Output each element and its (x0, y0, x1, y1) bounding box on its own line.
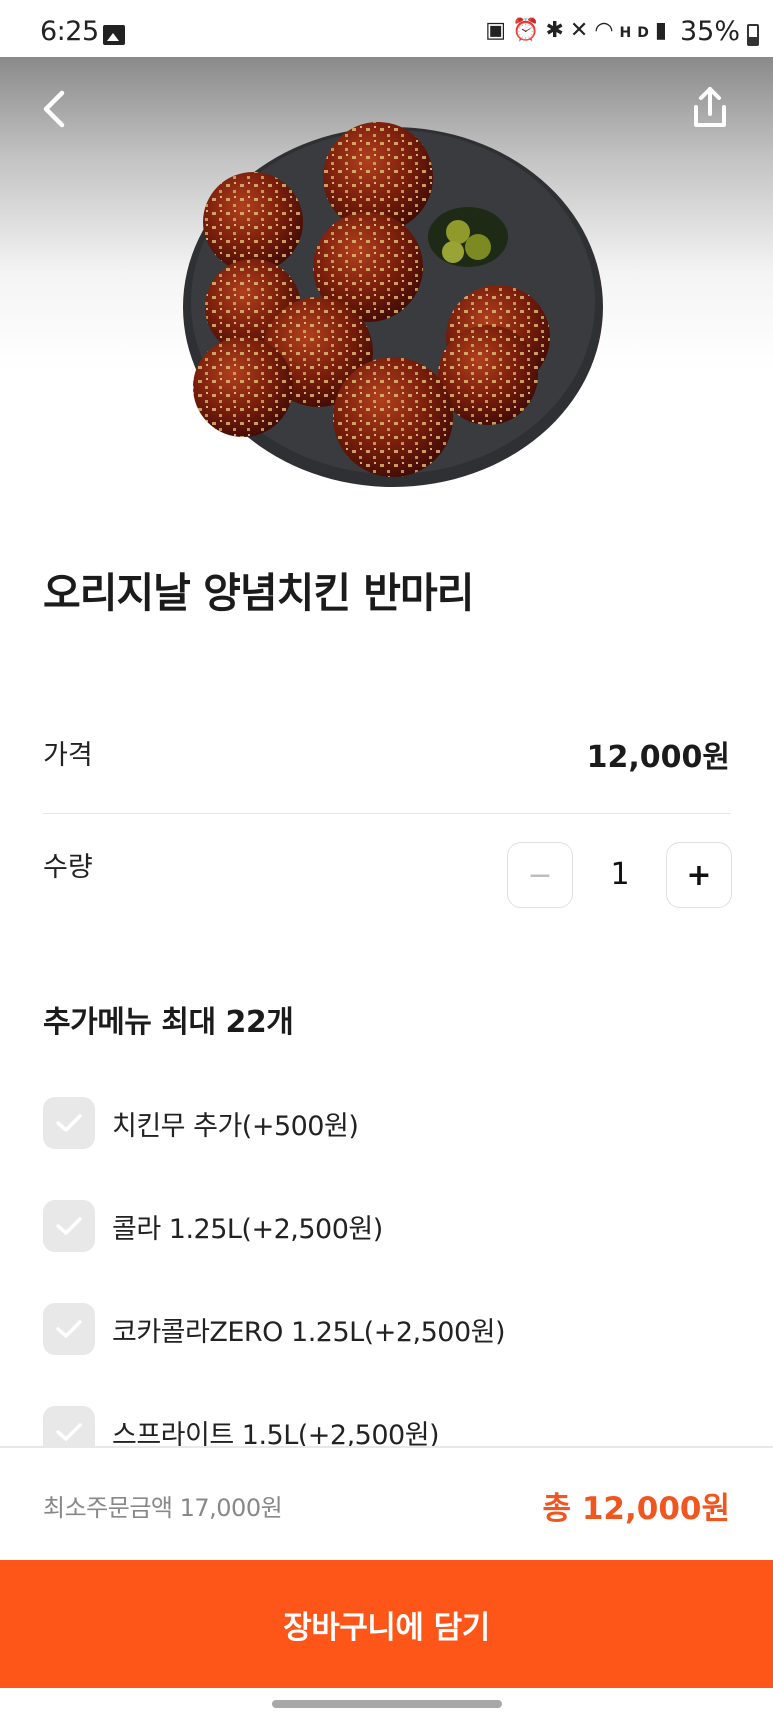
mute-icon: ✕ (569, 18, 595, 43)
option-item[interactable]: 코카콜라ZERO 1.25L(+2,500원) (43, 1303, 506, 1355)
quantity-decrease-button[interactable]: − (507, 842, 573, 908)
option-item[interactable]: 콜라 1.25L(+2,500원) (43, 1200, 383, 1252)
status-icons: ▣⏰✱✕◠HD▮ (485, 18, 673, 43)
check-icon (56, 1114, 82, 1132)
home-indicator[interactable] (272, 1700, 502, 1708)
check-icon (56, 1423, 82, 1441)
minus-icon: − (527, 857, 553, 893)
plus-icon: + (686, 857, 712, 893)
quantity-label: 수량 (43, 852, 93, 883)
share-icon (694, 87, 726, 127)
option-item[interactable]: 치킨무 추가(+500원) (43, 1097, 359, 1149)
hd-voice-icon: HD (619, 25, 655, 41)
quantity-value: 1 (610, 857, 630, 892)
status-bar: 6:25 ▣⏰✱✕◠HD▮ 35% (0, 0, 773, 57)
alarm-icon: ⏰ (512, 18, 546, 43)
option-label: 콜라 1.25L(+2,500원) (112, 1213, 383, 1245)
bottom-order-bar: 최소주문금액 17,000원 총 12,000원 장바구니에 담기 (0, 1446, 773, 1720)
gallery-icon (103, 25, 125, 45)
battery-icon (747, 24, 759, 46)
minimum-order-amount: 최소주문금액 17,000원 (43, 1494, 283, 1522)
product-sheet: 오리지날 양념치킨 반마리 가격 12,000원 수량 − 1 + 추가메뉴 최… (0, 487, 773, 1458)
divider (43, 813, 731, 814)
total-price: 총 12,000원 (542, 1491, 730, 1527)
add-to-cart-button[interactable]: 장바구니에 담기 (0, 1560, 773, 1688)
check-icon (56, 1320, 82, 1338)
option-checkbox[interactable] (43, 1097, 95, 1149)
price-value: 12,000원 (586, 740, 730, 775)
options-section-title: 추가메뉴 최대 22개 (43, 1005, 294, 1040)
chicken-image (183, 122, 603, 487)
price-label: 가격 (43, 740, 93, 771)
signal-icon: ▮ (654, 18, 673, 43)
chevron-left-icon (43, 90, 65, 128)
bluetooth-icon: ✱ (545, 18, 570, 43)
back-button[interactable] (38, 87, 78, 131)
option-label: 코카콜라ZERO 1.25L(+2,500원) (112, 1316, 506, 1348)
product-hero (0, 57, 773, 507)
share-button[interactable] (688, 85, 732, 131)
quantity-increase-button[interactable]: + (666, 842, 732, 908)
wifi-icon: ◠ (594, 18, 620, 43)
product-title: 오리지날 양념치킨 반마리 (43, 569, 474, 617)
option-checkbox[interactable] (43, 1200, 95, 1252)
status-time: 6:25 (40, 16, 99, 47)
option-checkbox[interactable] (43, 1303, 95, 1355)
option-label: 치킨무 추가(+500원) (112, 1110, 359, 1142)
battery-saver-icon: ▣ (485, 18, 513, 43)
check-icon (56, 1217, 82, 1235)
battery-percent: 35% (679, 16, 740, 47)
